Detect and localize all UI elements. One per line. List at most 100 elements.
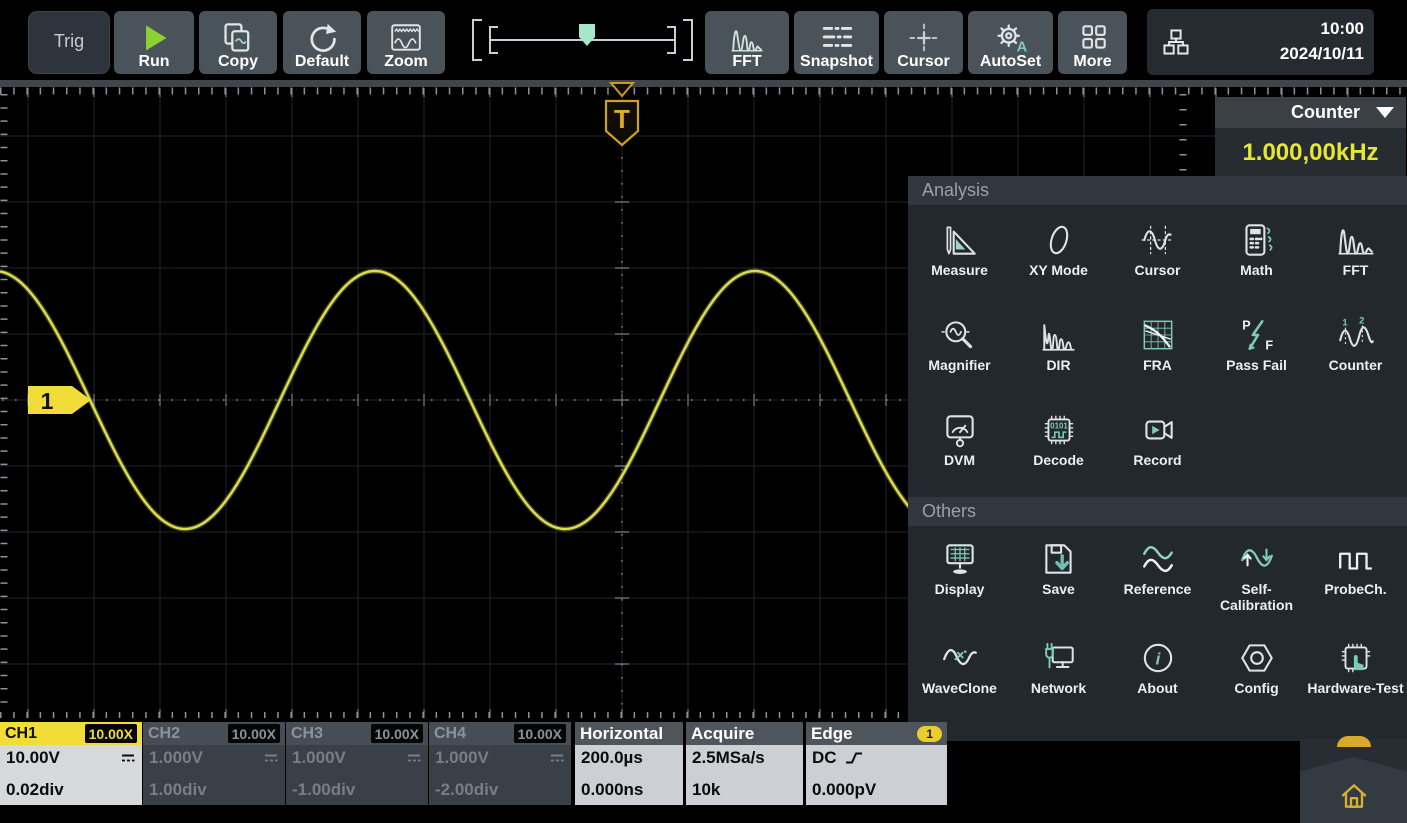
default-label: Default xyxy=(295,54,349,70)
snapshot-button[interactable]: Snapshot xyxy=(794,11,879,74)
fra-icon xyxy=(1138,317,1178,353)
menu-item-math[interactable]: Math xyxy=(1207,212,1306,307)
dir-icon xyxy=(1039,317,1079,353)
menu-item-probe-check[interactable]: ProbeCh. xyxy=(1306,531,1405,630)
about-icon: i xyxy=(1138,640,1178,676)
fft-button[interactable]: FFT xyxy=(705,11,789,74)
autoset-button[interactable]: A AutoSet xyxy=(968,11,1053,74)
ch1-scale: 10.00V xyxy=(6,748,60,768)
trigger-title: Edge xyxy=(811,724,853,744)
slider-thumb[interactable] xyxy=(579,24,595,46)
ch2-label: CH2 xyxy=(148,725,180,743)
menu-item-cursor[interactable]: Cursor xyxy=(1108,212,1207,307)
counter-title: Counter xyxy=(1291,102,1360,123)
dc-coupling-icon xyxy=(406,752,422,764)
timebase-value: 200.0µs xyxy=(581,748,677,768)
svg-text:i: i xyxy=(1155,649,1160,668)
menu-section-others: Others xyxy=(908,497,1407,526)
ch2-scale: 1.000V xyxy=(149,748,203,768)
trigger-coupling: DC xyxy=(812,748,837,768)
zoom-button[interactable]: Zoom xyxy=(367,11,445,74)
menu-item-hardware-test[interactable]: Hardware-Test xyxy=(1306,630,1405,729)
display-icon xyxy=(940,541,980,577)
ch4-offset: -2.00div xyxy=(435,780,565,800)
menu-item-network[interactable]: Network xyxy=(1009,630,1108,729)
network-icon xyxy=(1039,640,1079,676)
trigger-position-marker[interactable]: T xyxy=(606,83,638,145)
cursor-button[interactable]: Cursor xyxy=(884,11,963,74)
trig-button[interactable]: Trig xyxy=(28,11,110,74)
oscilloscope-screen: Trig Run Copy Default xyxy=(0,0,1407,823)
menu-item-display[interactable]: Display xyxy=(910,531,1009,630)
lan-network-icon xyxy=(1161,27,1191,57)
ch4-label: CH4 xyxy=(434,725,466,743)
datetime-panel[interactable]: 10:00 2024/10/11 xyxy=(1147,9,1374,75)
channel1-position-marker[interactable]: 1 xyxy=(28,386,91,414)
ch1-label: CH1 xyxy=(5,725,37,743)
counter-icon: 1 2 xyxy=(1336,317,1376,353)
horizontal-block[interactable]: Horizontal 200.0µs 0.000ns xyxy=(575,722,683,805)
magnifier-icon xyxy=(940,317,980,353)
ch3-scale: 1.000V xyxy=(292,748,346,768)
counter-header[interactable]: Counter xyxy=(1215,97,1406,128)
ch3-offset: -1.00div xyxy=(292,780,422,800)
save-icon xyxy=(1039,541,1079,577)
copy-button[interactable]: Copy xyxy=(199,11,277,74)
menu-item-wave-clone[interactable]: WaveClone xyxy=(910,630,1009,729)
menu-item-pass-fail[interactable]: P F Pass Fail xyxy=(1207,307,1306,402)
trigger-marker-label: T xyxy=(614,104,630,134)
channel-block-ch1[interactable]: CH1 10.00X 10.00V 0.02div xyxy=(0,722,142,805)
run-label: Run xyxy=(138,54,169,70)
menu-section-analysis: Analysis xyxy=(908,176,1407,205)
ch2-offset: 1.00div xyxy=(149,780,279,800)
ch4-scale: 1.000V xyxy=(435,748,489,768)
default-button[interactable]: Default xyxy=(283,11,361,74)
ch1-offset: 0.02div xyxy=(6,780,136,800)
copy-icon xyxy=(221,22,255,54)
menu-item-decode[interactable]: 0101 Decode xyxy=(1009,402,1108,497)
menu-item-dir[interactable]: DIR xyxy=(1009,307,1108,402)
delay-value: 0.000ns xyxy=(581,780,677,800)
home-area xyxy=(1300,739,1407,823)
page-indicator xyxy=(1337,736,1371,747)
fft-label: FFT xyxy=(732,54,761,70)
menu-item-about[interactable]: i About xyxy=(1108,630,1207,729)
zoom-label: Zoom xyxy=(384,54,428,70)
home-button[interactable] xyxy=(1300,757,1407,823)
dc-coupling-icon xyxy=(120,752,136,764)
menu-item-dvm[interactable]: DVM xyxy=(910,402,1009,497)
home-icon xyxy=(1337,780,1371,812)
cursor-icon xyxy=(1138,222,1178,258)
acquire-block[interactable]: Acquire 2.5MSa/s 10k xyxy=(686,722,803,805)
menu-item-self-calibration[interactable]: Self-Calibration xyxy=(1207,531,1306,630)
ch3-probe-badge: 10.00X xyxy=(371,724,423,743)
ch4-probe-badge: 10.00X xyxy=(514,724,566,743)
reference-icon xyxy=(1138,541,1178,577)
menu-item-measure[interactable]: Measure xyxy=(910,212,1009,307)
chevron-down-icon xyxy=(1376,107,1394,118)
cursor-label: Cursor xyxy=(897,54,949,70)
menu-item-config[interactable]: Config xyxy=(1207,630,1306,729)
decode-icon: 0101 xyxy=(1039,412,1079,448)
counter-panel: Counter 1.000,00kHz xyxy=(1215,97,1406,178)
menu-item-save[interactable]: Save xyxy=(1009,531,1108,630)
menu-item-magnifier[interactable]: Magnifier xyxy=(910,307,1009,402)
channel-block-ch3[interactable]: CH3 10.00X 1.000V -1.00div xyxy=(286,722,428,805)
run-button[interactable]: Run xyxy=(114,11,194,74)
horizontal-position-slider[interactable] xyxy=(462,12,702,68)
channel-block-ch2[interactable]: CH2 10.00X 1.000V 1.00div xyxy=(143,722,285,805)
default-reset-icon xyxy=(305,22,339,54)
trigger-block[interactable]: Edge 1 DC 0.000pV xyxy=(806,722,947,805)
menu-item-xy-mode[interactable]: XY Mode xyxy=(1009,212,1108,307)
trigger-level: 0.000pV xyxy=(812,780,941,800)
menu-item-fft[interactable]: FFT xyxy=(1306,212,1405,307)
more-button[interactable]: More xyxy=(1058,11,1127,74)
menu-item-reference[interactable]: Reference xyxy=(1108,531,1207,630)
channel-block-ch4[interactable]: CH4 10.00X 1.000V -2.00div xyxy=(429,722,571,805)
menu-item-record[interactable]: Record xyxy=(1108,402,1207,497)
autoset-label: AutoSet xyxy=(980,54,1041,70)
dc-coupling-icon xyxy=(549,752,565,764)
menu-item-fra[interactable]: FRA xyxy=(1108,307,1207,402)
cursor-crosshair-icon xyxy=(907,22,941,54)
menu-item-counter[interactable]: 1 2 Counter xyxy=(1306,307,1405,402)
